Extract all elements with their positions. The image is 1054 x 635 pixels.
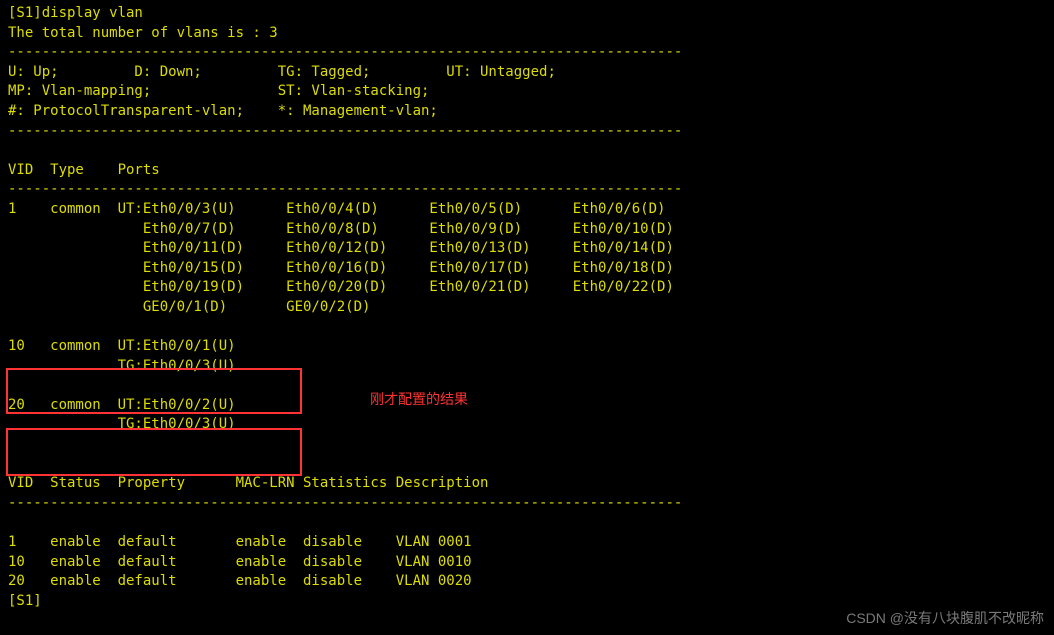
legend-line-2: MP: Vlan-mapping; ST: Vlan-stacking; bbox=[8, 83, 429, 99]
vlan1-row: Eth0/0/15(D) Eth0/0/16(D) Eth0/0/17(D) E… bbox=[8, 260, 674, 276]
vlan1-row: Eth0/0/19(D) Eth0/0/20(D) Eth0/0/21(D) E… bbox=[8, 279, 674, 295]
separator: ----------------------------------------… bbox=[8, 181, 682, 197]
legend-line-1: U: Up; D: Down; TG: Tagged; UT: Untagged… bbox=[8, 64, 556, 80]
vlan20-row: TG:Eth0/0/3(U) bbox=[8, 416, 236, 432]
status-row: 20 enable default enable disable VLAN 00… bbox=[8, 573, 472, 589]
watermark: CSDN @没有八块腹肌不改昵称 bbox=[846, 609, 1044, 629]
terminal-output[interactable]: [S1]display vlan The total number of vla… bbox=[8, 4, 1046, 611]
separator: ----------------------------------------… bbox=[8, 495, 682, 511]
annotation-label: 刚才配置的结果 bbox=[370, 390, 468, 410]
status-header: VID Status Property MAC-LRN Statistics D… bbox=[8, 475, 488, 491]
separator: ----------------------------------------… bbox=[8, 44, 682, 60]
status-row: 1 enable default enable disable VLAN 000… bbox=[8, 534, 472, 550]
vlan10-row: TG:Eth0/0/3(U) bbox=[8, 358, 236, 374]
total-line: The total number of vlans is : 3 bbox=[8, 25, 278, 41]
vlan1-row: Eth0/0/7(D) Eth0/0/8(D) Eth0/0/9(D) Eth0… bbox=[8, 221, 674, 237]
vlan1-row: Eth0/0/11(D) Eth0/0/12(D) Eth0/0/13(D) E… bbox=[8, 240, 674, 256]
cmd-line: [S1]display vlan bbox=[8, 5, 143, 21]
vlan1-row: 1 common UT:Eth0/0/3(U) Eth0/0/4(D) Eth0… bbox=[8, 201, 665, 217]
vlan20-row: 20 common UT:Eth0/0/2(U) bbox=[8, 397, 236, 413]
prompt-line[interactable]: [S1] bbox=[8, 593, 42, 609]
vlan10-row: 10 common UT:Eth0/0/1(U) bbox=[8, 338, 236, 354]
ports-header: VID Type Ports bbox=[8, 162, 160, 178]
vlan1-row: GE0/0/1(D) GE0/0/2(D) bbox=[8, 299, 370, 315]
legend-line-3: #: ProtocolTransparent-vlan; *: Manageme… bbox=[8, 103, 438, 119]
status-row: 10 enable default enable disable VLAN 00… bbox=[8, 554, 472, 570]
separator: ----------------------------------------… bbox=[8, 123, 682, 139]
